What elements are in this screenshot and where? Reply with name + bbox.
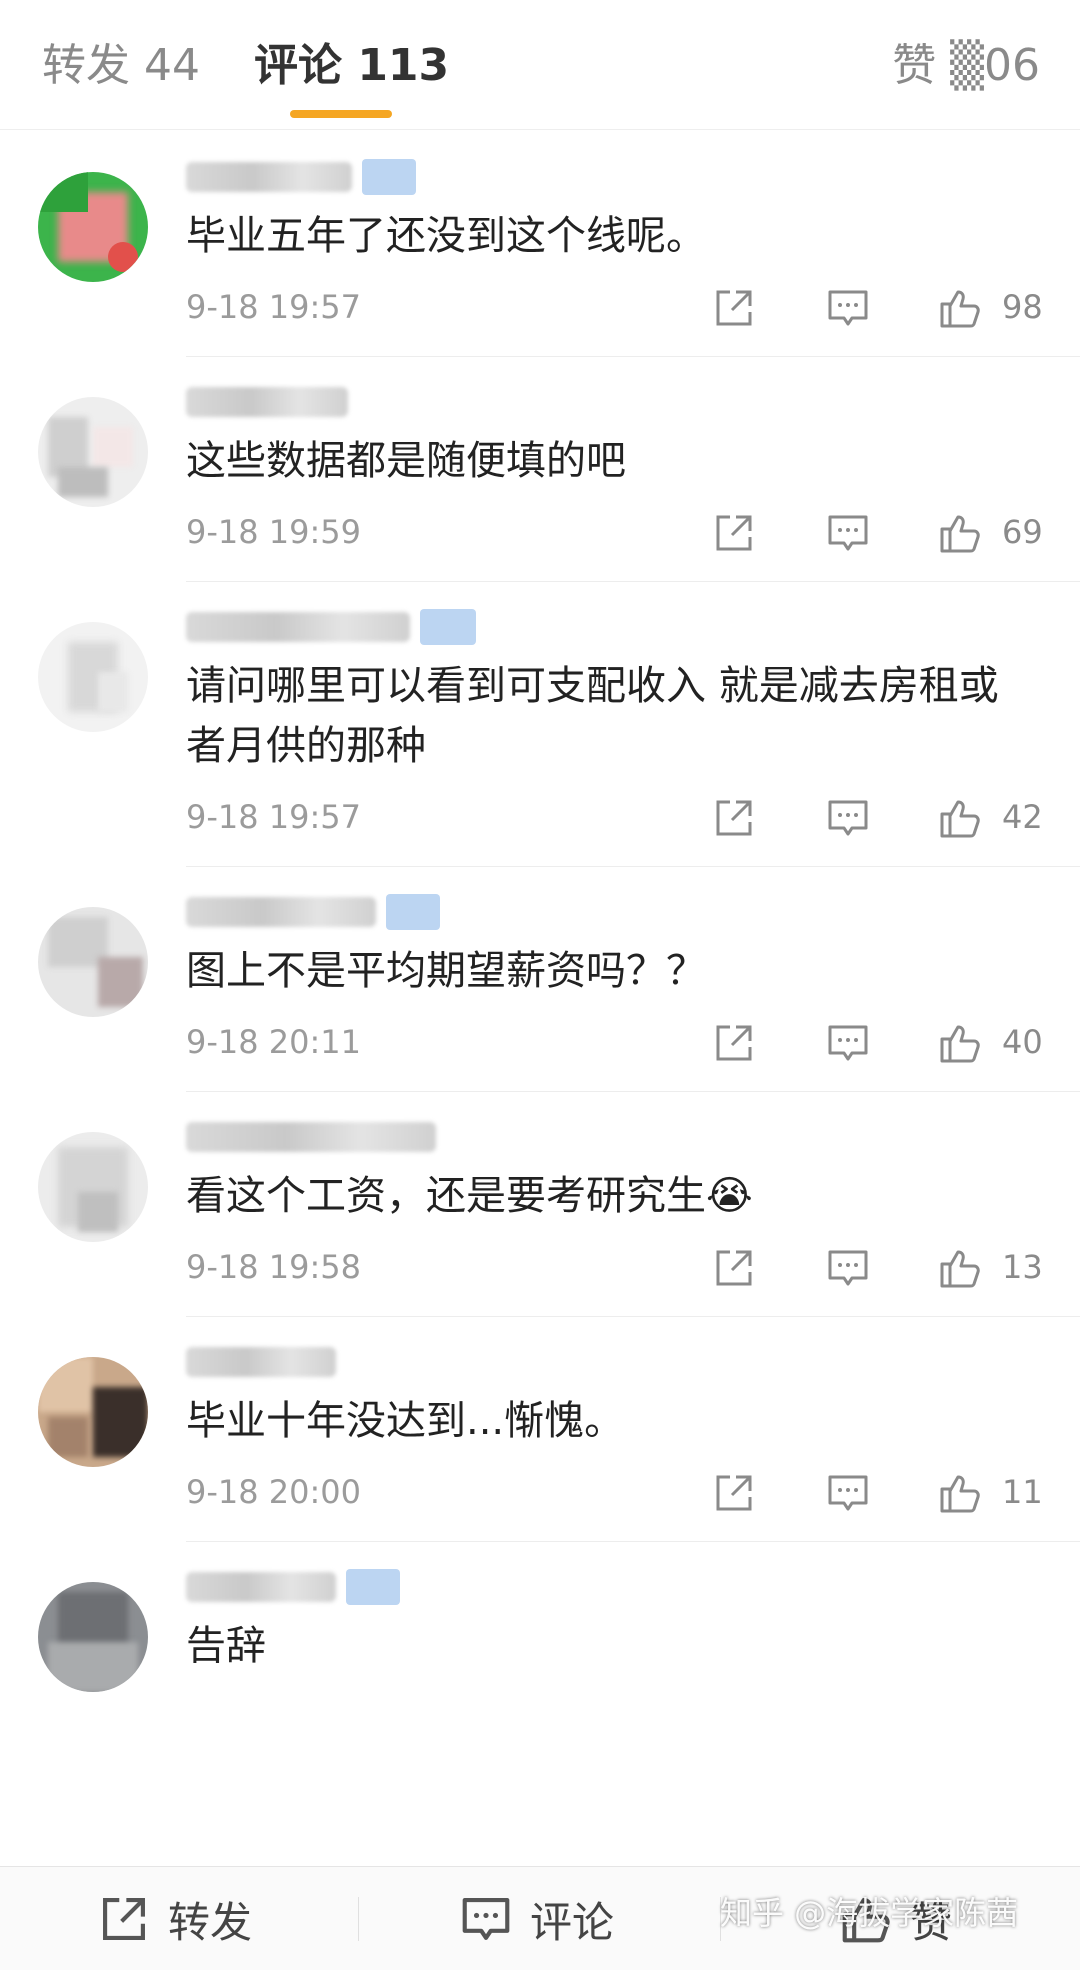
username[interactable] <box>186 889 1080 935</box>
comment-text: 图上不是平均期望薪资吗？？ <box>186 948 706 994</box>
comment-meta: 9-18 20:11 40 <box>186 1001 1080 1091</box>
like-count: 42 <box>1002 798 1043 836</box>
comment-list: 毕业五年了还没到这个线呢。 9-18 19:57 98 这些数据都是随便填的吧 <box>0 132 1080 1692</box>
like-count: 11 <box>1002 1473 1043 1511</box>
avatar[interactable] <box>38 172 148 282</box>
comment-text: 这些数据都是随便填的吧 <box>186 438 626 484</box>
comment-text: 毕业十年没达到...惭愧。 <box>186 1398 625 1444</box>
comment-item: 看这个工资，还是要考研究生😭 9-18 19:58 13 <box>38 1114 1080 1317</box>
reply-icon[interactable] <box>826 1471 870 1515</box>
comment-time: 9-18 19:57 <box>186 798 362 836</box>
repost-icon[interactable] <box>712 511 756 555</box>
comment-meta: 9-18 19:58 13 <box>186 1226 1080 1316</box>
reply-icon[interactable] <box>826 511 870 555</box>
username-blurred <box>186 1572 336 1602</box>
username-blurred <box>186 387 348 417</box>
reply-icon[interactable] <box>826 1246 870 1290</box>
user-badge <box>362 159 416 195</box>
username-blurred <box>186 162 352 192</box>
avatar[interactable] <box>38 1357 148 1467</box>
avatar[interactable] <box>38 397 148 507</box>
repost-icon[interactable] <box>712 1021 756 1065</box>
comment-item: 毕业五年了还没到这个线呢。 9-18 19:57 98 <box>38 154 1080 357</box>
bottom-comment-label: 评论 <box>530 1897 615 1947</box>
repost-icon[interactable] <box>712 1246 756 1290</box>
like-count: 40 <box>1002 1023 1043 1061</box>
avatar[interactable] <box>38 622 148 732</box>
avatar[interactable] <box>38 1132 148 1242</box>
comment-item: 毕业十年没达到...惭愧。 9-18 20:00 11 <box>38 1339 1080 1542</box>
like-icon[interactable] <box>938 796 982 840</box>
username[interactable] <box>186 154 1080 200</box>
comment-text: 告辞 <box>186 1623 266 1669</box>
comment-meta: 9-18 19:59 69 <box>186 491 1080 581</box>
bottom-repost-label: 转发 <box>168 1897 253 1947</box>
comment-tabs: 转发 44 评论 113 赞 ▒06 <box>0 0 1080 130</box>
repost-icon[interactable] <box>712 286 756 330</box>
comment-text: 看这个工资，还是要考研究生😭 <box>186 1173 753 1219</box>
comment-item: 请问哪里可以看到可支配收入 就是减去房租或者月供的那种 9-18 19:57 4… <box>38 604 1080 867</box>
like-icon[interactable] <box>938 1471 982 1515</box>
comment-item: 图上不是平均期望薪资吗？？ 9-18 20:11 40 <box>38 889 1080 1092</box>
username[interactable] <box>186 1339 1080 1385</box>
comment-text: 毕业五年了还没到这个线呢。 <box>186 213 706 259</box>
comment-time: 9-18 20:11 <box>186 1023 362 1061</box>
user-badge <box>386 894 440 930</box>
watermark: 知乎 @海拔学家陈茜 <box>720 1894 1019 1932</box>
like-icon[interactable] <box>938 1246 982 1290</box>
avatar[interactable] <box>38 1582 148 1692</box>
comment-text: 请问哪里可以看到可支配收入 就是减去房租或者月供的那种 <box>186 663 999 769</box>
comment-meta: 9-18 19:57 42 <box>186 776 1080 866</box>
comment-time: 9-18 19:58 <box>186 1248 362 1286</box>
reply-icon[interactable] <box>826 796 870 840</box>
like-icon[interactable] <box>938 286 982 330</box>
username-blurred <box>186 1122 436 1152</box>
username-blurred <box>186 1347 336 1377</box>
username[interactable] <box>186 379 1080 425</box>
comment-meta: 9-18 19:57 98 <box>186 266 1080 356</box>
username[interactable] <box>186 1114 1080 1160</box>
comment-time: 9-18 20:00 <box>186 1473 362 1511</box>
comment-time: 9-18 19:57 <box>186 288 362 326</box>
tab-comment[interactable]: 评论 113 <box>254 38 449 94</box>
like-count: 98 <box>1002 288 1043 326</box>
comment-item: 这些数据都是随便填的吧 9-18 19:59 69 <box>38 379 1080 582</box>
user-badge <box>346 1569 400 1605</box>
user-badge <box>420 609 476 645</box>
comment-meta: 9-18 20:00 11 <box>186 1451 1080 1541</box>
like-count: 69 <box>1002 513 1043 551</box>
username[interactable] <box>186 1564 1080 1610</box>
tab-repost[interactable]: 转发 44 <box>42 38 200 94</box>
divider <box>358 1897 359 1941</box>
comment-icon <box>462 1898 510 1940</box>
tab-like[interactable]: 赞 ▒06 <box>892 38 1040 94</box>
reply-icon[interactable] <box>826 286 870 330</box>
bottom-comment-button[interactable]: 评论 <box>460 1893 614 1947</box>
repost-icon[interactable] <box>712 796 756 840</box>
reply-icon[interactable] <box>826 1021 870 1065</box>
repost-icon <box>103 1898 145 1940</box>
username-blurred <box>186 612 410 642</box>
username[interactable] <box>186 604 1080 650</box>
comment-item: 告辞 <box>38 1564 1080 1692</box>
like-icon[interactable] <box>938 1021 982 1065</box>
repost-icon[interactable] <box>712 1471 756 1515</box>
avatar[interactable] <box>38 907 148 1017</box>
active-tab-indicator <box>290 110 392 118</box>
like-icon[interactable] <box>938 511 982 555</box>
bottom-repost-button[interactable]: 转发 <box>98 1893 252 1947</box>
comment-time: 9-18 19:59 <box>186 513 362 551</box>
like-count: 13 <box>1002 1248 1043 1286</box>
username-blurred <box>186 897 376 927</box>
